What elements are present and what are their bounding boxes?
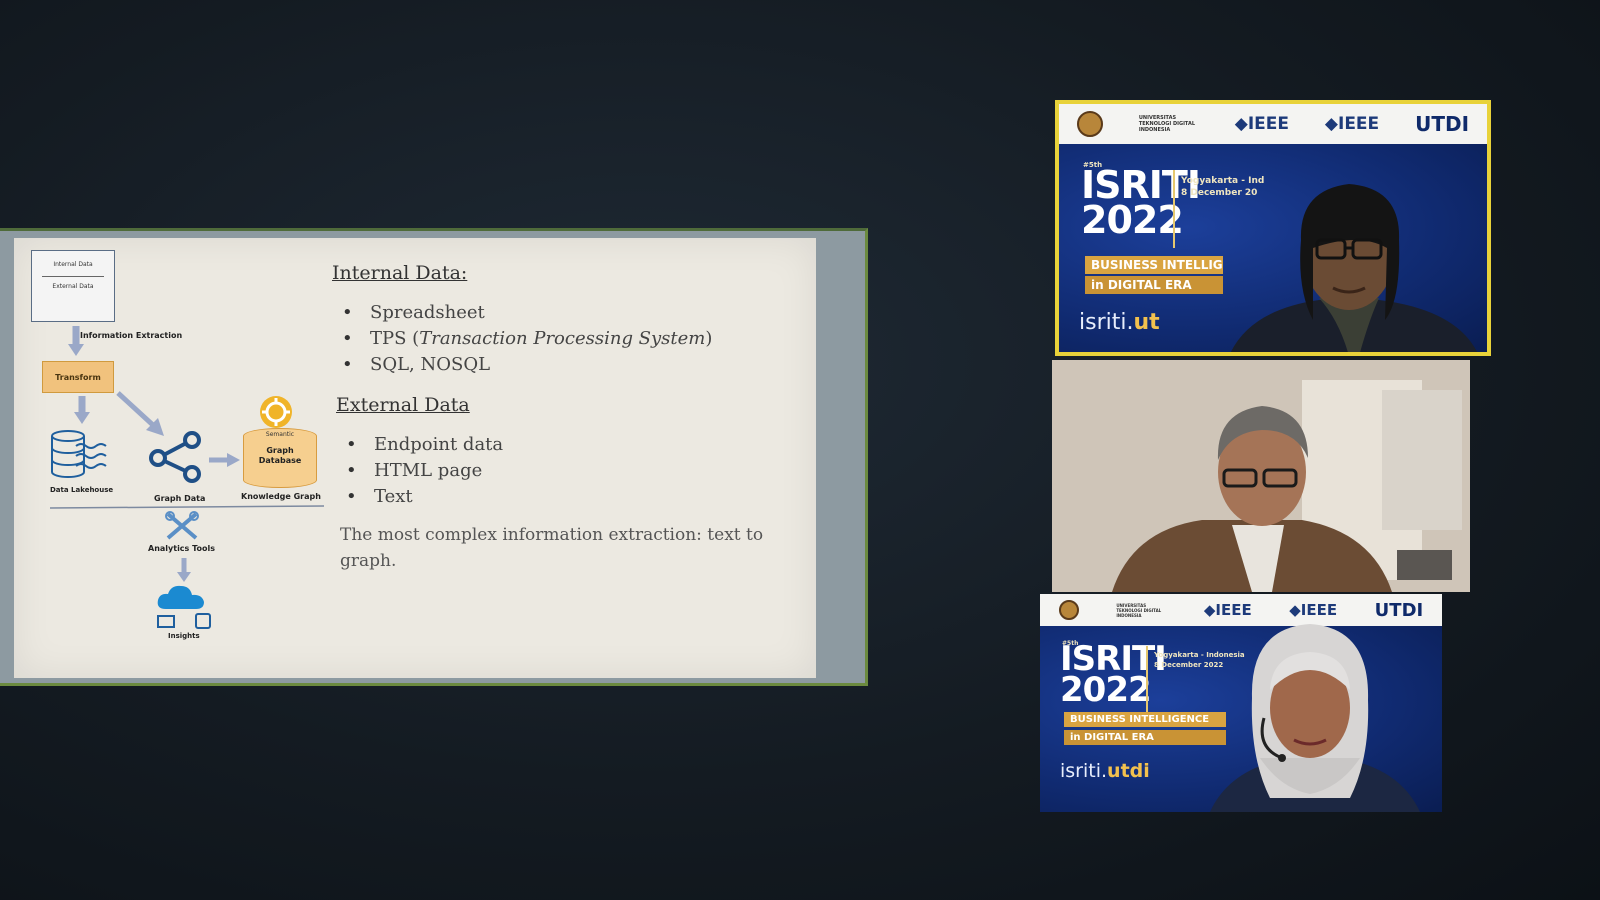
share-graph-icon xyxy=(149,431,201,483)
insights-label: Insights xyxy=(168,632,200,640)
list-item: SQL, NOSQL xyxy=(336,352,712,378)
theme-banner-1: BUSINESS INTELLIGE xyxy=(1085,256,1223,274)
video-tile-speaker-3[interactable]: UNIVERSITAS TEKNOLOGI DIGITAL INDONESIA … xyxy=(1040,594,1442,812)
knowledge-graph-label: Knowledge Graph xyxy=(241,492,321,501)
theme-banner-2: in DIGITAL ERA xyxy=(1085,276,1223,294)
university-name: UNIVERSITAS TEKNOLOGI DIGITAL INDONESIA xyxy=(1138,115,1196,133)
event-name: ISRITI 2022 xyxy=(1060,639,1167,711)
cloud-icon xyxy=(157,585,204,609)
slide-note: The most complex information extraction:… xyxy=(340,525,764,571)
graph-database-cylinder: Semantic Graph Database xyxy=(243,428,317,488)
information-extraction-label: Information Extraction xyxy=(80,331,183,340)
analytics-tools-icon xyxy=(165,511,199,540)
presentation-slide: Internal Data External Data Information … xyxy=(14,238,816,678)
video-tile-speaker-2[interactable] xyxy=(1052,360,1470,592)
university-name: UNIVERSITAS TEKNOLOGI DIGITAL INDONESIA xyxy=(1116,602,1162,618)
university-seal-icon xyxy=(1058,600,1079,620)
data-lakehouse-label: Data Lakehouse xyxy=(50,486,114,494)
list-item: Endpoint data xyxy=(340,432,503,458)
participant-video-1 xyxy=(1231,184,1477,352)
ieee-section-logo: ◆IEEE xyxy=(1324,114,1380,134)
video-tile-speaker-1[interactable]: UNIVERSITAS TEKNOLOGI DIGITAL INDONESIA … xyxy=(1055,100,1491,356)
utdi-logo: UTDI xyxy=(1415,112,1470,136)
transform-label: Transform xyxy=(55,372,101,382)
internal-data-list: Spreadsheet TPS (Transaction Processing … xyxy=(336,300,712,378)
ieee-logo: ◆IEEE xyxy=(1234,114,1290,134)
external-data-list: Endpoint data HTML page Text xyxy=(340,432,503,510)
list-item: Text xyxy=(340,484,503,510)
participant-video-2 xyxy=(1052,360,1470,592)
devices-icon xyxy=(157,613,211,629)
participant-video-3 xyxy=(1210,624,1420,812)
graph-data-label: Graph Data xyxy=(154,494,206,503)
event-website: isriti.utdi xyxy=(1060,760,1150,782)
transform-box: Transform xyxy=(42,361,114,393)
event-website: isriti.ut xyxy=(1079,310,1160,335)
data-lakehouse-icon xyxy=(51,430,107,478)
university-seal-icon xyxy=(1076,111,1103,137)
list-item: TPS (Transaction Processing System) xyxy=(336,326,712,352)
external-data-heading: External Data xyxy=(336,394,470,416)
internal-data-heading: Internal Data: xyxy=(332,262,468,284)
list-item: HTML page xyxy=(340,458,503,484)
graph-database-label: Graph Database xyxy=(258,446,302,465)
sponsor-logo-bar: UNIVERSITAS TEKNOLOGI DIGITAL INDONESIA … xyxy=(1059,104,1487,144)
list-item: Spreadsheet xyxy=(336,300,712,326)
semantic-gear-icon xyxy=(260,396,292,428)
analytics-tools-label: Analytics Tools xyxy=(148,544,215,553)
semantic-label: Semantic xyxy=(265,431,295,438)
